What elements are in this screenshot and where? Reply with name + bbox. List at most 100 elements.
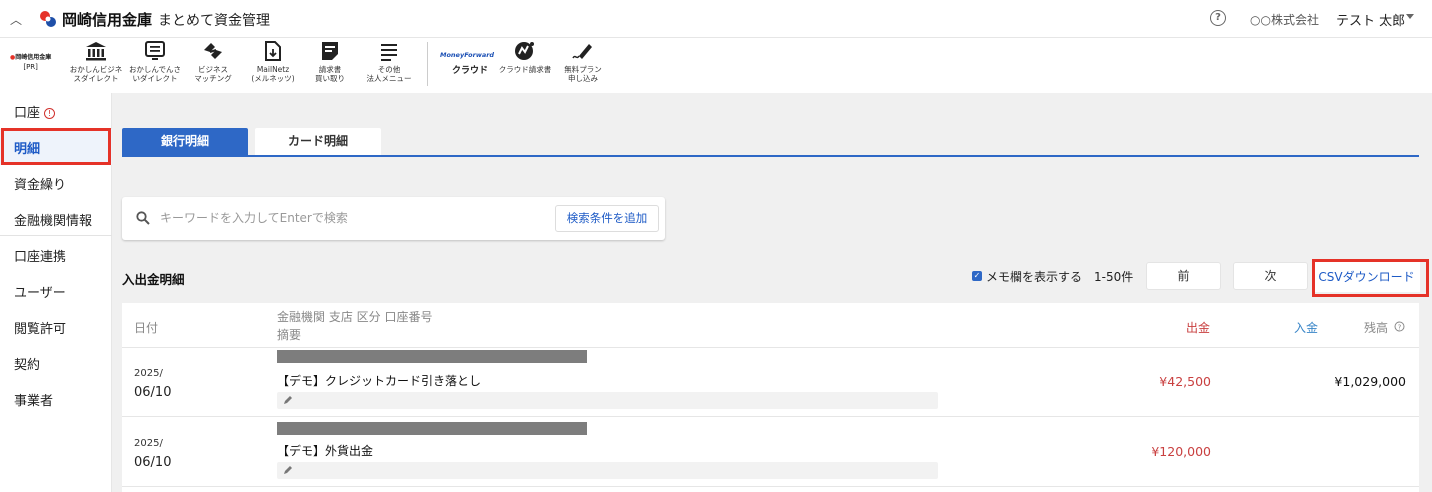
- app-header: ︿ 岡崎信用金庫 まとめて資金管理 ? ○○株式会社 テスト 太郎: [0, 0, 1432, 38]
- toolbar-divider: [427, 42, 428, 86]
- row-date-day: 06/10: [134, 385, 172, 400]
- collapse-chevron-icon[interactable]: ︿: [10, 11, 22, 28]
- sidebar-item-users[interactable]: ユーザー: [0, 273, 112, 309]
- tool-label: クラウド請求書: [498, 65, 552, 74]
- main-content: 銀行明細 カード明細 検索条件を追加 入出金明細 ✓ メモ欄を表示する 1-50…: [112, 93, 1432, 492]
- tool-mailnetz[interactable]: MailNetz (メルネッツ): [246, 40, 300, 83]
- mf-invoice-icon: [515, 42, 534, 60]
- sidebar-item-view-permission[interactable]: 閲覧許可: [0, 309, 112, 345]
- sidebar-item-institutions[interactable]: 金融機関情報: [0, 201, 112, 237]
- tab-underline: [122, 155, 1419, 157]
- user-menu[interactable]: テスト 太郎: [1336, 10, 1405, 29]
- moneyforward-logo: MoneyForward: [440, 51, 495, 59]
- sidebar-item-label: 契約: [14, 358, 41, 373]
- row-date-year: 2025/: [134, 438, 163, 449]
- header-date: 日付: [134, 321, 159, 335]
- header-balance: 残高: [1364, 321, 1389, 335]
- tool-free-plan[interactable]: 無料プラン 申し込み: [556, 40, 610, 83]
- search-input[interactable]: [158, 207, 538, 229]
- next-page-button[interactable]: 次: [1233, 262, 1308, 290]
- sidebar-item-label: 資金繰り: [14, 178, 67, 193]
- pr-banner[interactable]: ●岡崎信用金庫 [PR]: [10, 52, 51, 71]
- row-balance: ¥1,029,000: [1334, 374, 1406, 389]
- pr-tag: [PR]: [23, 63, 38, 71]
- section-title: 入出金明細: [122, 272, 185, 287]
- memo-checkbox[interactable]: ✓: [972, 271, 982, 281]
- sidebar-item-cashflow[interactable]: 資金繰り: [0, 165, 112, 201]
- pen-signature-icon: [572, 44, 592, 59]
- memo-field[interactable]: [277, 462, 938, 479]
- redacted-account-info: [277, 350, 587, 363]
- sidebar-item-label: 事業者: [14, 394, 54, 409]
- help-icon[interactable]: ?: [1210, 10, 1226, 26]
- sidebar-item-label: 閲覧許可: [14, 322, 67, 337]
- header-inflow: 入金: [1294, 321, 1319, 335]
- tool-label: おかしんビジネ スダイレクト: [69, 65, 123, 83]
- row-outflow: ¥42,500: [1159, 374, 1211, 389]
- tool-invoice-purchase[interactable]: 請求書 買い取り: [306, 40, 354, 83]
- company-name: ○○株式会社: [1250, 13, 1319, 27]
- tool-label: おかしんでんさ いダイレクト: [128, 65, 182, 83]
- tool-label: ビジネス マッチング: [194, 65, 232, 83]
- brand-name[interactable]: 岡崎信用金庫: [62, 9, 152, 30]
- tool-densai-direct[interactable]: おかしんでんさ いダイレクト: [126, 40, 184, 83]
- sidebar-divider: [0, 235, 112, 236]
- sidebar-item-label: 明細: [14, 142, 41, 157]
- alert-icon: !: [44, 108, 56, 119]
- header-outflow: 出金: [1186, 321, 1211, 335]
- result-range: 1-50件: [1094, 270, 1134, 284]
- tool-cloud-invoice[interactable]: クラウド請求書: [496, 40, 554, 74]
- sidebar-item-accounts[interactable]: 口座!: [0, 93, 112, 129]
- add-search-condition-button[interactable]: 検索条件を追加: [555, 205, 659, 232]
- row-outflow: ¥120,000: [1151, 444, 1211, 459]
- statement-table: 日付 金融機関 支店 区分 口座番号 摘要 出金 入金 残高 ? 2025/ 0…: [122, 303, 1419, 492]
- row-summary: 【デモ】外貨出金: [277, 444, 374, 458]
- table-row[interactable]: 2025/ 06/10 【デモ】外貨出金 ¥120,000: [122, 418, 1419, 487]
- file-download-icon: [265, 41, 281, 61]
- pencil-icon: [284, 396, 292, 404]
- product-name: まとめて資金管理: [158, 13, 270, 29]
- tool-label: MailNetz (メルネッツ): [251, 65, 295, 83]
- tool-business-direct[interactable]: おかしんビジネ スダイレクト: [66, 40, 126, 83]
- row-date-year: 2025/: [134, 368, 163, 379]
- bank-icon: [86, 42, 106, 61]
- tool-label: 請求書 買い取り: [315, 65, 345, 83]
- search-box: 検索条件を追加: [122, 197, 665, 240]
- tab-card-statements[interactable]: カード明細: [255, 128, 381, 155]
- row-date-day: 06/10: [134, 455, 172, 470]
- chevron-down-icon[interactable]: [1406, 14, 1414, 19]
- sidebar-nav: 口座! 明細 資金繰り 金融機関情報 口座連携 ユーザー 閲覧許可 契約 事業者: [0, 93, 112, 492]
- sidebar-item-statements[interactable]: 明細: [0, 129, 112, 165]
- tab-bank-statements[interactable]: 銀行明細: [122, 128, 248, 155]
- tool-label: 無料プラン 申し込み: [564, 65, 602, 83]
- tool-label: その他 法人メニュー: [366, 65, 412, 83]
- memo-toggle-label[interactable]: メモ欄を表示する: [986, 268, 1082, 285]
- okashin-logo-icon: [40, 11, 56, 27]
- pencil-icon: [284, 466, 292, 474]
- help-circle-icon[interactable]: ?: [1394, 321, 1405, 332]
- sidebar-item-label: ユーザー: [14, 286, 66, 301]
- search-icon: [136, 211, 150, 225]
- svg-text:?: ?: [1398, 324, 1402, 332]
- sidebar-item-business[interactable]: 事業者: [0, 381, 112, 417]
- sidebar-item-account-linking[interactable]: 口座連携: [0, 237, 112, 273]
- memo-field[interactable]: [277, 392, 938, 409]
- tool-business-matching[interactable]: ビジネス マッチング: [186, 40, 240, 83]
- sidebar-item-contract[interactable]: 契約: [0, 345, 112, 381]
- redacted-account-info: [277, 422, 587, 435]
- header-account: 金融機関 支店 区分 口座番号: [277, 310, 433, 324]
- tool-other-menu[interactable]: その他 法人メニュー: [358, 40, 420, 83]
- csv-download-button[interactable]: CSVダウンロード: [1313, 262, 1420, 292]
- pr-logo-text: 岡崎信用金庫: [15, 54, 52, 61]
- monitor-list-icon: [145, 41, 165, 60]
- menu-lines-icon: [381, 44, 397, 61]
- sidebar-item-label: 金融機関情報: [14, 214, 93, 229]
- sidebar-item-label: 口座: [14, 106, 41, 121]
- table-row[interactable]: 2025/ 06/10 【デモ】クレジットカード引き落とし ¥42,500 ¥1…: [122, 348, 1419, 417]
- header-summary: 摘要: [277, 328, 302, 342]
- prev-page-button[interactable]: 前: [1146, 262, 1221, 290]
- service-toolbar: ●岡崎信用金庫 [PR] おかしんビジネ スダイレクト おかしんでんさ いダイレ…: [0, 38, 1432, 93]
- handshake-icon: [204, 43, 222, 59]
- moneyforward-cloud-label: クラウド: [452, 66, 489, 76]
- row-summary: 【デモ】クレジットカード引き落とし: [277, 374, 482, 388]
